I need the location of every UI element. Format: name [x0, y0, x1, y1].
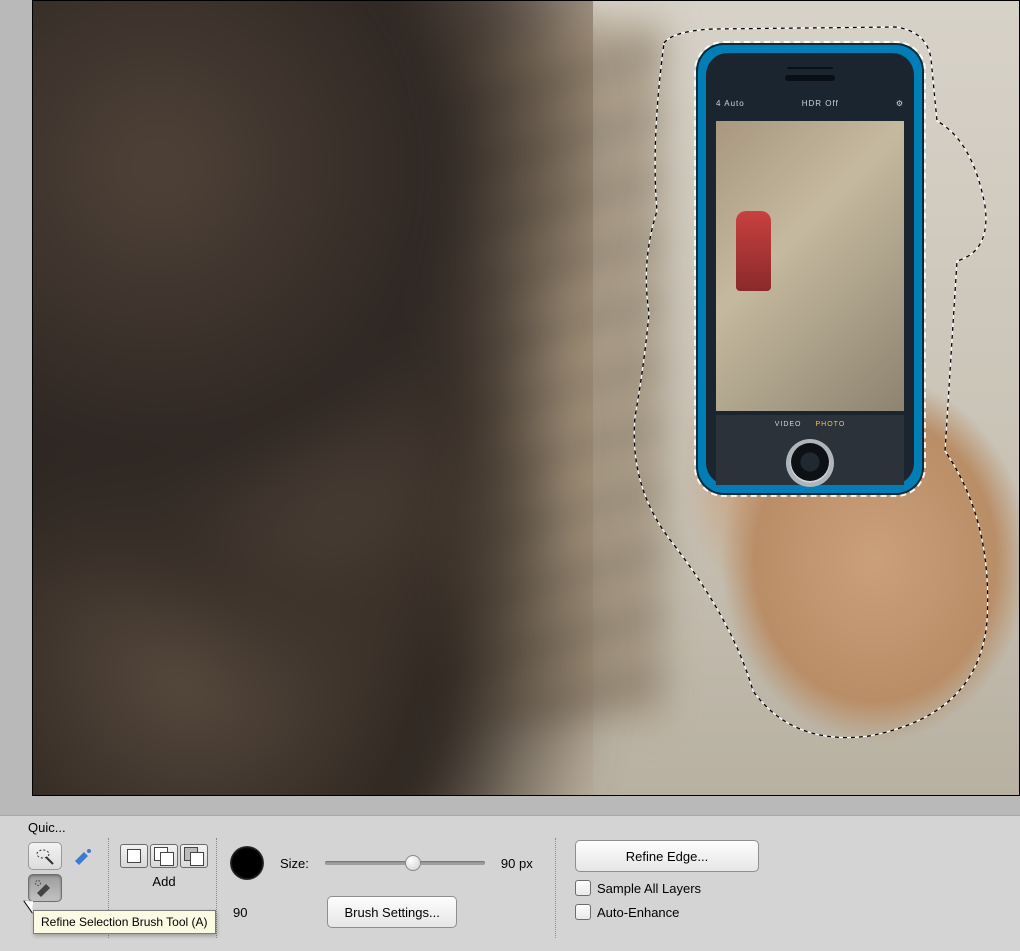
mode-new-selection-button[interactable] [120, 844, 148, 868]
brush-settings-button[interactable]: Brush Settings... [327, 896, 456, 928]
slider-thumb[interactable] [405, 855, 421, 871]
sample-all-layers-label: Sample All Layers [597, 881, 701, 896]
selection-mode-group: Add [120, 844, 208, 889]
auto-enhance-label: Auto-Enhance [597, 905, 679, 920]
tool-picker [28, 842, 100, 902]
divider [216, 838, 217, 938]
quick-selection-tool-button[interactable] [28, 842, 62, 870]
refine-edge-button[interactable]: Refine Edge... [575, 840, 759, 872]
sample-all-layers-checkbox[interactable] [575, 880, 591, 896]
refine-selection-brush-tool-button[interactable] [28, 874, 62, 902]
refine-options-group: Refine Edge... Sample All Layers Auto-En… [575, 840, 759, 920]
sample-all-layers-row[interactable]: Sample All Layers [575, 880, 759, 896]
selection-brush-tool-button[interactable] [66, 842, 100, 870]
quick-selection-wand-icon [35, 847, 55, 865]
selection-mode-label: Add [120, 874, 208, 889]
divider [555, 838, 556, 938]
refine-selection-brush-icon [34, 879, 56, 897]
mode-subtract-selection-button[interactable] [180, 844, 208, 868]
selection-marquee [33, 1, 1019, 795]
auto-enhance-checkbox[interactable] [575, 904, 591, 920]
tooltip: Refine Selection Brush Tool (A) [33, 910, 216, 934]
selection-brush-icon [72, 847, 94, 865]
size-label: Size: [280, 856, 309, 871]
brush-preview-icon [230, 846, 264, 880]
brush-size-number: 90 [233, 905, 247, 920]
panel-title: Quic... [28, 820, 66, 835]
auto-enhance-row[interactable]: Auto-Enhance [575, 904, 759, 920]
workspace-background: 4 Auto HDR Off ⚙ VIDEO PHOTO [0, 0, 1020, 815]
image-canvas[interactable]: 4 Auto HDR Off ⚙ VIDEO PHOTO [32, 0, 1020, 796]
mode-add-selection-button[interactable] [150, 844, 178, 868]
brush-size-value: 90 px [501, 856, 533, 871]
brush-size-group: Size: 90 px [230, 846, 533, 880]
brush-size-slider[interactable] [325, 857, 485, 869]
